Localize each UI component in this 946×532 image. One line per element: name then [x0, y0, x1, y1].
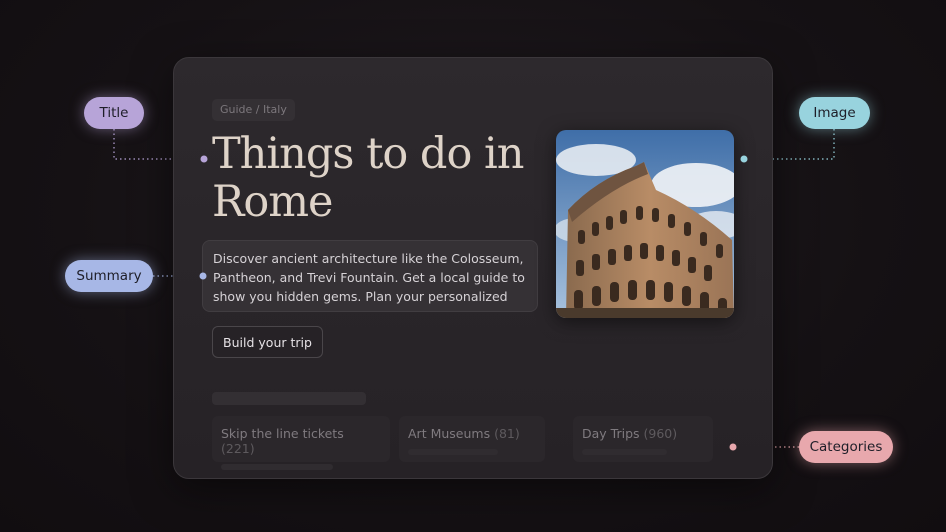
- breadcrumb[interactable]: Guide / Italy: [212, 99, 295, 121]
- category-subtext-placeholder: [582, 449, 668, 455]
- category-label: Skip the line tickets: [221, 426, 344, 441]
- category-count: (81): [494, 426, 520, 441]
- category-art-museums[interactable]: Art Museums (81): [399, 416, 545, 462]
- summary-text: Discover ancient architecture like the C…: [202, 240, 538, 312]
- category-label: Art Museums: [408, 426, 495, 441]
- category-label: Day Trips: [582, 426, 644, 441]
- category-count: (960): [643, 426, 678, 441]
- category-day-trips[interactable]: Day Trips (960): [573, 416, 713, 462]
- category-count: (221): [221, 441, 255, 456]
- page-title: Things to do in Rome: [212, 129, 524, 227]
- annotation-categories-pill: Categories: [799, 431, 893, 463]
- build-trip-button[interactable]: Build your trip: [212, 326, 323, 358]
- category-subtext-placeholder: [221, 464, 333, 470]
- category-skip-line-tickets[interactable]: Skip the line tickets (221): [212, 416, 390, 470]
- section-heading-placeholder: [212, 392, 366, 405]
- annotation-image-pill: Image: [799, 97, 870, 129]
- annotation-title-pill: Title: [84, 97, 144, 129]
- colosseum-photo: [556, 130, 734, 318]
- annotation-summary-pill: Summary: [65, 260, 153, 292]
- category-subtext-placeholder: [408, 449, 498, 455]
